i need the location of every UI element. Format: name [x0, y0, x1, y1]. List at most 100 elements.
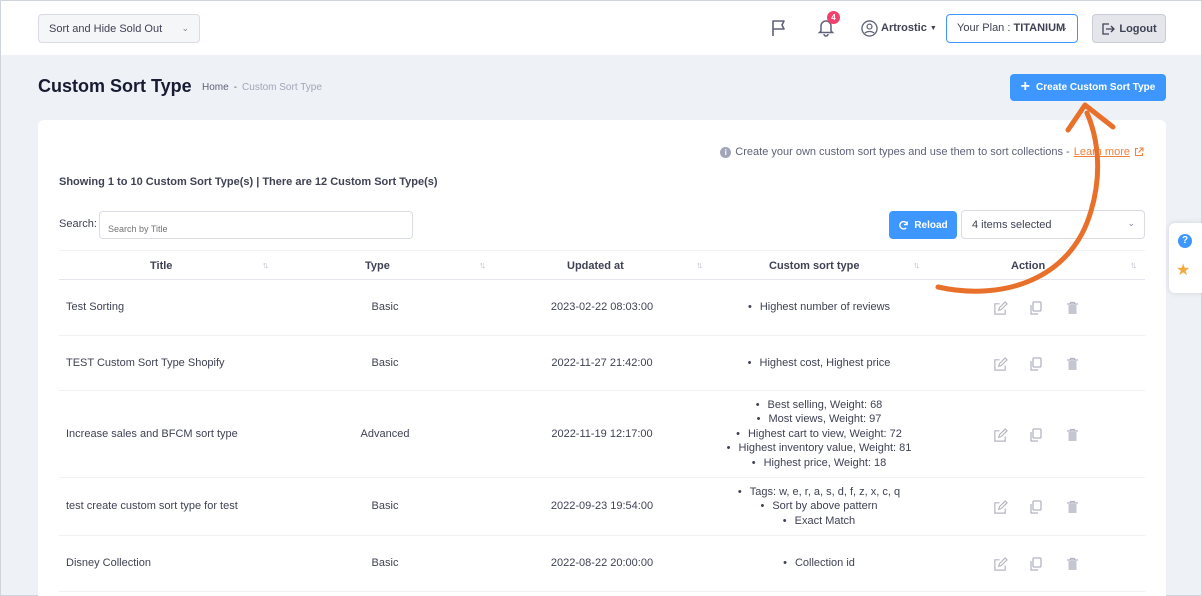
- column-header-title[interactable]: Title: [150, 260, 172, 272]
- custom-sort-item: Exact Match: [738, 514, 900, 528]
- help-icon[interactable]: ?: [1178, 234, 1192, 248]
- row-actions: [991, 426, 1081, 444]
- breadcrumb-current: Custom Sort Type: [242, 82, 322, 93]
- create-custom-sort-type-button[interactable]: + Create Custom Sort Type: [1010, 74, 1166, 101]
- row-updated: 2022-11-27 21:42:00: [551, 357, 653, 369]
- row-type: Basic: [371, 357, 399, 369]
- column-header-updated[interactable]: Updated at: [567, 260, 624, 272]
- trash-icon[interactable]: [1063, 555, 1081, 573]
- chevron-down-icon: ⌄: [181, 23, 189, 33]
- plus-icon: +: [1020, 77, 1031, 95]
- caret-down-icon: ▼: [929, 24, 937, 32]
- custom-sort-item: Highest price, Weight: 18: [727, 456, 912, 470]
- table-row: TEST Custom Sort Type Shopify Basic 2022…: [59, 336, 1145, 391]
- learn-more-link[interactable]: Learn more: [1074, 146, 1130, 158]
- user-menu[interactable]: Artrostic ▼: [861, 18, 937, 38]
- user-avatar-icon: [861, 19, 878, 37]
- info-text: Create your own custom sort types and us…: [735, 146, 1070, 158]
- user-name: Artrostic: [881, 22, 927, 34]
- custom-sort-item: Best selling, Weight: 68: [727, 398, 912, 412]
- notifications-button[interactable]: 4: [816, 11, 840, 41]
- showing-count-text: Showing 1 to 10 Custom Sort Type(s) | Th…: [59, 176, 438, 188]
- edit-icon[interactable]: [991, 498, 1009, 516]
- sort-arrows-icon[interactable]: ↑↓: [479, 260, 486, 270]
- row-actions: [991, 355, 1081, 373]
- custom-sort-table: Title ↑↓ Type ↑↓ Updated at ↑↓ Custom so…: [59, 250, 1145, 592]
- breadcrumb-home[interactable]: Home: [202, 82, 229, 93]
- store-select[interactable]: Sort and Hide Sold Out ⌄: [38, 14, 200, 43]
- sort-arrows-icon[interactable]: ↑↓: [1130, 260, 1137, 270]
- columns-select-value: 4 items selected: [972, 219, 1052, 231]
- info-icon: i: [720, 146, 732, 158]
- edit-icon[interactable]: [991, 555, 1009, 573]
- table-row: test create custom sort type for test Ba…: [59, 478, 1145, 536]
- plan-select[interactable]: Your Plan : TITANIUM ⌄: [946, 14, 1078, 43]
- chevron-down-icon: ⌄: [1060, 22, 1068, 32]
- row-title: Increase sales and BFCM sort type: [66, 428, 238, 440]
- logout-button[interactable]: Logout: [1092, 14, 1166, 43]
- row-custom-sort-list: Tags: w, e, r, a, s, d, f, z, x, c, q So…: [738, 485, 900, 528]
- top-bar: Sort and Hide Sold Out ⌄ 4 Artrostic ▼ Y…: [1, 1, 1201, 55]
- row-custom-sort-list: Highest number of reviews: [748, 300, 890, 314]
- row-type: Basic: [371, 301, 399, 313]
- row-updated: 2023-02-22 08:03:00: [550, 301, 654, 313]
- table-row: Increase sales and BFCM sort type Advanc…: [59, 391, 1145, 478]
- star-icon[interactable]: ★: [1176, 260, 1190, 280]
- trash-icon[interactable]: [1063, 426, 1081, 444]
- custom-sort-item: Highest inventory value, Weight: 81: [727, 441, 912, 455]
- row-type: Advanced: [360, 428, 410, 440]
- copy-icon[interactable]: [1027, 426, 1045, 444]
- column-header-action: Action: [1011, 260, 1046, 272]
- logout-label: Logout: [1119, 22, 1157, 35]
- edit-icon[interactable]: [991, 355, 1009, 373]
- column-header-custom-sort-type[interactable]: Custom sort type: [769, 260, 859, 272]
- row-updated: 2022-08-22 20:00:00: [550, 557, 654, 569]
- columns-select[interactable]: 4 items selected ⌄: [961, 210, 1145, 239]
- row-type: Basic: [371, 557, 399, 569]
- breadcrumb-separator: -: [233, 82, 238, 93]
- content-card: i Create your own custom sort types and …: [38, 120, 1166, 596]
- search-label: Search:: [59, 218, 97, 230]
- row-title: test create custom sort type for test: [66, 500, 238, 512]
- row-custom-sort-list: Highest cost, Highest price: [748, 356, 891, 370]
- edit-icon[interactable]: [991, 426, 1009, 444]
- row-title: Disney Collection: [66, 557, 151, 569]
- custom-sort-item: Sort by above pattern: [738, 499, 900, 513]
- row-title: Test Sorting: [66, 301, 125, 313]
- page-title: Custom Sort Type: [38, 76, 192, 96]
- notification-badge: 4: [827, 11, 840, 24]
- row-type: Basic: [371, 500, 399, 512]
- floating-help-panel: ? ★: [1169, 223, 1202, 293]
- row-updated: 2022-09-23 19:54:00: [550, 500, 654, 512]
- copy-icon[interactable]: [1027, 355, 1045, 373]
- custom-sort-item: Most views, Weight: 97: [727, 412, 912, 426]
- custom-sort-item: Highest cost, Highest price: [748, 356, 891, 370]
- row-actions: [991, 555, 1081, 573]
- copy-icon[interactable]: [1027, 299, 1045, 317]
- reload-label: Reload: [914, 219, 948, 231]
- row-updated: 2022-11-19 12:17:00: [551, 428, 653, 440]
- custom-sort-item: Tags: w, e, r, a, s, d, f, z, x, c, q: [738, 485, 900, 499]
- sort-arrows-icon[interactable]: ↑↓: [696, 260, 703, 270]
- flag-icon[interactable]: [769, 18, 789, 38]
- create-button-label: Create Custom Sort Type: [1036, 82, 1156, 93]
- custom-sort-item: Collection id: [783, 556, 855, 570]
- trash-icon[interactable]: [1063, 498, 1081, 516]
- trash-icon[interactable]: [1063, 299, 1081, 317]
- custom-sort-item: Highest cart to view, Weight: 72: [727, 427, 912, 441]
- column-header-type[interactable]: Type: [365, 260, 390, 272]
- edit-icon[interactable]: [991, 299, 1009, 317]
- search-input[interactable]: [99, 211, 413, 239]
- row-custom-sort-list: Best selling, Weight: 68 Most views, Wei…: [727, 398, 912, 470]
- chevron-down-icon: ⌄: [1127, 218, 1135, 228]
- sort-arrows-icon[interactable]: ↑↓: [262, 260, 269, 270]
- trash-icon[interactable]: [1063, 355, 1081, 373]
- copy-icon[interactable]: [1027, 498, 1045, 516]
- sort-arrows-icon[interactable]: ↑↓: [913, 260, 920, 270]
- reload-button[interactable]: Reload: [889, 211, 957, 239]
- copy-icon[interactable]: [1027, 555, 1045, 573]
- row-title: TEST Custom Sort Type Shopify: [66, 357, 225, 369]
- custom-sort-item: Highest number of reviews: [748, 300, 890, 314]
- row-actions: [991, 498, 1081, 516]
- table-row: Disney Collection Basic 2022-08-22 20:00…: [59, 536, 1145, 592]
